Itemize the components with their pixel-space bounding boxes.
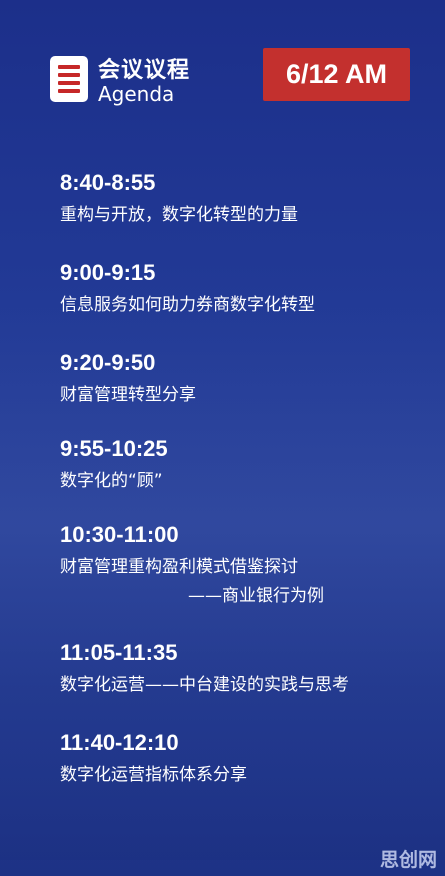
agenda-item: 10:30-11:00 财富管理重构盈利模式借鉴探讨 ——商业银行为例 [60,520,430,610]
agenda-item: 9:00-9:15 信息服务如何助力券商数字化转型 [60,258,430,320]
site-watermark: 思创网 [379,849,437,871]
agenda-time: 10:30-11:00 [60,522,179,547]
agenda-item: 11:05-11:35 数字化运营——中台建设的实践与思考 [60,638,430,700]
agenda-time: 11:40-12:10 [60,730,179,755]
agenda-time: 11:05-11:35 [60,640,178,665]
agenda-time: 8:40-8:55 [60,170,156,195]
agenda-time: 9:00-9:15 [60,260,156,285]
agenda-item: 11:40-12:10 数字化运营指标体系分享 [60,728,430,790]
agenda-item: 9:20-9:50 财富管理转型分享 [60,348,430,410]
agenda-topic: 财富管理重构盈利模式借鉴探讨 [60,557,298,577]
page-title: 会议议程 [98,58,191,83]
date-time-badge: 6/12 AM [263,48,410,101]
agenda-topic: 重构与开放，数字化转型的力量 [60,205,298,225]
agenda-item: 9:55-10:25 数字化的“顾” [60,434,430,496]
agenda-time: 9:20-9:50 [60,350,156,375]
page-subtitle: Agenda [98,82,175,106]
agenda-time: 9:55-10:25 [60,436,168,461]
agenda-item: 8:40-8:55 重构与开放，数字化转型的力量 [60,168,430,230]
agenda-topic: 数字化运营——中台建设的实践与思考 [60,675,349,695]
document-list-icon [50,56,88,102]
agenda-topic: 信息服务如何助力券商数字化转型 [60,295,315,315]
agenda-topic: 数字化运营指标体系分享 [60,765,247,785]
agenda-topic-subtitle: ——商业银行为例 [188,586,324,606]
agenda-topic: 数字化的“顾” [60,471,163,491]
agenda-topic: 财富管理转型分享 [60,385,196,405]
